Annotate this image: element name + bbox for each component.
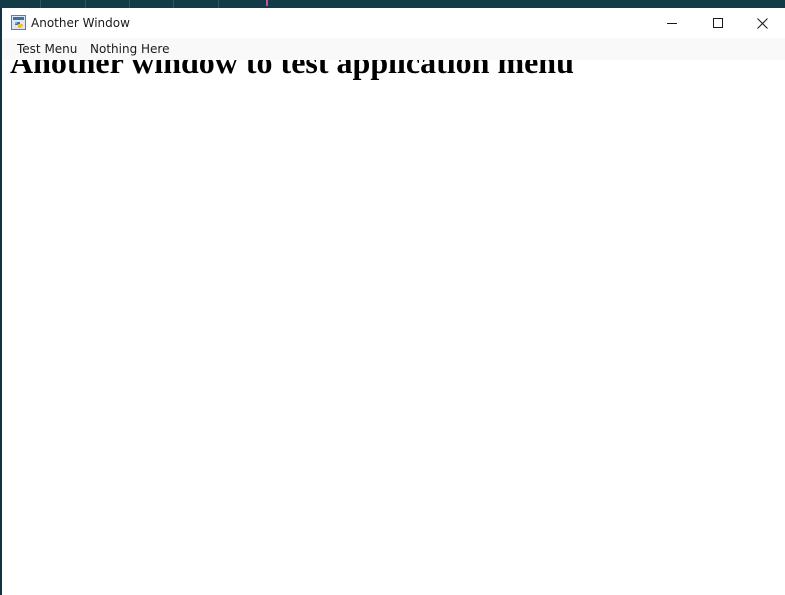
menu-test-menu[interactable]: Test Menu	[17, 42, 77, 57]
window-content: Another window to test application menu	[2, 60, 785, 595]
page-heading: Another window to test application menu	[10, 60, 574, 80]
window-title: Another Window	[31, 16, 130, 30]
title-bar[interactable]: Another Window	[2, 8, 785, 38]
close-button[interactable]	[739, 8, 785, 38]
python-icon	[11, 15, 26, 30]
app-window: Another Window Test Menu Nothing Here An…	[2, 8, 785, 595]
menu-bar: Test Menu Nothing Here	[2, 38, 785, 60]
close-icon	[756, 17, 768, 29]
desktop-background: Another Window Test Menu Nothing Here An…	[0, 0, 785, 595]
minimize-icon	[667, 23, 677, 24]
maximize-button[interactable]	[695, 8, 741, 38]
maximize-icon	[713, 18, 723, 28]
background-divider	[129, 0, 130, 8]
background-divider	[40, 0, 41, 8]
background-divider	[218, 0, 219, 8]
background-divider	[173, 0, 174, 8]
minimize-button[interactable]	[649, 8, 695, 38]
background-divider	[85, 0, 86, 8]
background-app-strip	[0, 0, 785, 8]
background-marker	[266, 0, 268, 6]
menu-nothing-here[interactable]: Nothing Here	[90, 42, 169, 57]
